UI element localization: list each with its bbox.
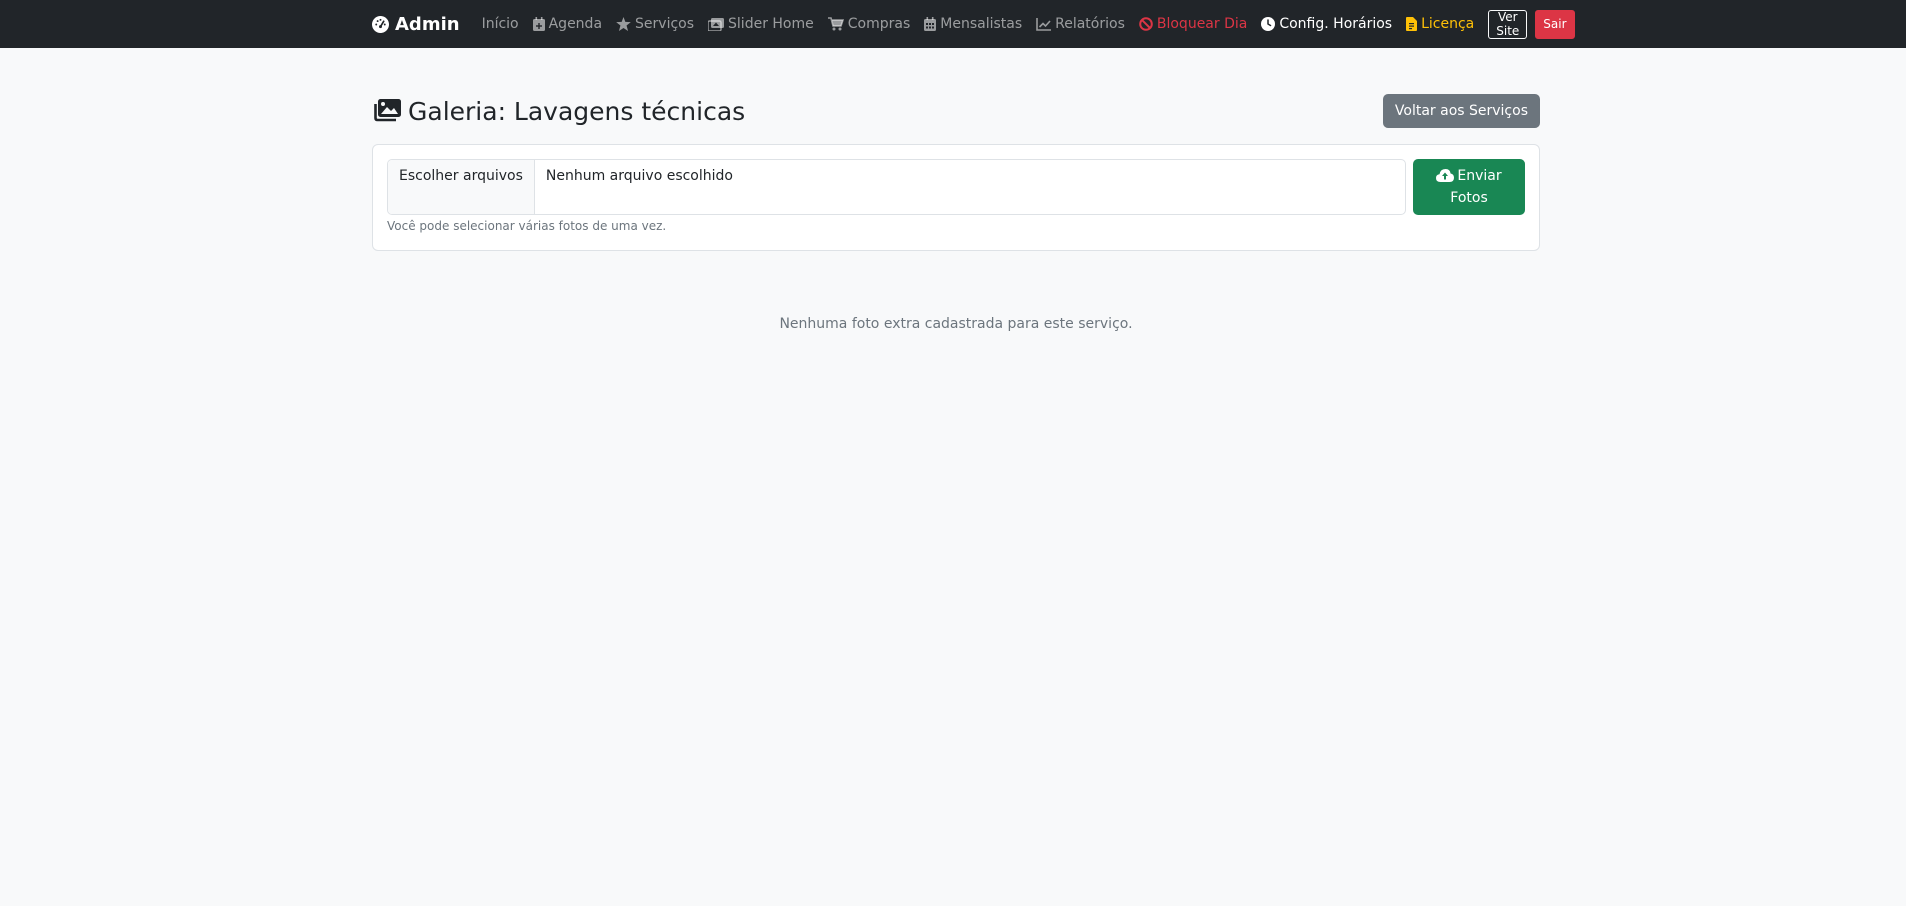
chart-line-icon (1036, 17, 1052, 31)
nav-item-servicos[interactable]: Serviços (616, 16, 694, 32)
file-icon (1406, 17, 1418, 31)
navbar-container: Admin Início Agenda Serviços Slider Home… (372, 0, 1575, 48)
file-input[interactable]: Escolher arquivos Nenhum arquivo escolhi… (387, 159, 1406, 215)
upload-card: Escolher arquivos Nenhum arquivo escolhi… (372, 144, 1540, 251)
nav-item-label: Serviços (635, 16, 695, 32)
nav-item-label: Início (481, 16, 519, 32)
brand-link[interactable]: Admin (372, 14, 460, 35)
calendar-plus-icon (532, 17, 545, 31)
send-photos-label-2: Fotos (1450, 190, 1488, 206)
nav-item-mensalistas[interactable]: Mensalistas (924, 16, 1022, 32)
clock-icon (1261, 17, 1276, 31)
cart-icon (827, 17, 844, 31)
star-icon (616, 17, 631, 31)
images-icon (374, 99, 401, 122)
calendar-days-icon (924, 17, 937, 31)
nav-item-label: Compras (847, 16, 911, 32)
images-icon (708, 17, 725, 31)
nav-item-bloquear-dia[interactable]: Bloquear Dia (1139, 16, 1247, 32)
navbar-actions: Ver Site Sair (1488, 9, 1575, 39)
nav-item-label: Agenda (548, 16, 603, 32)
nav-item-slider-home[interactable]: Slider Home (708, 16, 814, 32)
brand-label: Admin (395, 13, 460, 35)
nav-links: Início Agenda Serviços Slider Home Compr… (482, 16, 1489, 32)
top-navbar: Admin Início Agenda Serviços Slider Home… (0, 0, 1906, 48)
cloud-upload-icon (1436, 169, 1455, 182)
back-to-services-button[interactable]: Voltar aos Serviços (1382, 94, 1540, 128)
nav-item-label: Slider Home (728, 16, 814, 32)
main-container: Galeria: Lavagens técnicas Voltar aos Se… (372, 48, 1540, 346)
upload-row: Escolher arquivos Nenhum arquivo escolhi… (387, 159, 1525, 215)
send-photos-label-1: Enviar (1457, 168, 1502, 184)
nav-item-licenca[interactable]: Licença (1406, 16, 1474, 32)
send-photos-button[interactable]: Enviar Fotos (1413, 159, 1525, 215)
choose-files-button[interactable]: Escolher arquivos (388, 160, 535, 214)
view-site-button[interactable]: Ver Site (1488, 9, 1528, 39)
ban-icon (1139, 17, 1153, 31)
nav-item-label: Config. Horários (1279, 16, 1393, 32)
empty-gallery-message: Nenhuma foto extra cadastrada para este … (779, 316, 1133, 332)
nav-item-config-horarios[interactable]: Config. Horários (1261, 16, 1392, 32)
nav-item-label: Bloquear Dia (1156, 16, 1248, 32)
page-header: Galeria: Lavagens técnicas Voltar aos Se… (372, 93, 1540, 129)
nav-item-label: Mensalistas (940, 16, 1023, 32)
upload-help-text: Você pode selecionar várias fotos de uma… (387, 219, 667, 233)
nav-item-compras[interactable]: Compras (827, 16, 911, 32)
gauge-icon (372, 15, 389, 33)
nav-item-inicio[interactable]: Início (482, 16, 519, 32)
file-name-display: Nenhum arquivo escolhido (545, 168, 733, 184)
nav-item-label: Licença (1421, 16, 1475, 32)
page-title: Galeria: Lavagens técnicas (372, 97, 745, 126)
page-title-text: Galeria: Lavagens técnicas (408, 96, 746, 126)
nav-item-label: Relatórios (1055, 16, 1125, 32)
logout-button[interactable]: Sair (1535, 9, 1575, 39)
nav-item-agenda[interactable]: Agenda (532, 16, 603, 32)
nav-item-relatorios[interactable]: Relatórios (1036, 16, 1125, 32)
